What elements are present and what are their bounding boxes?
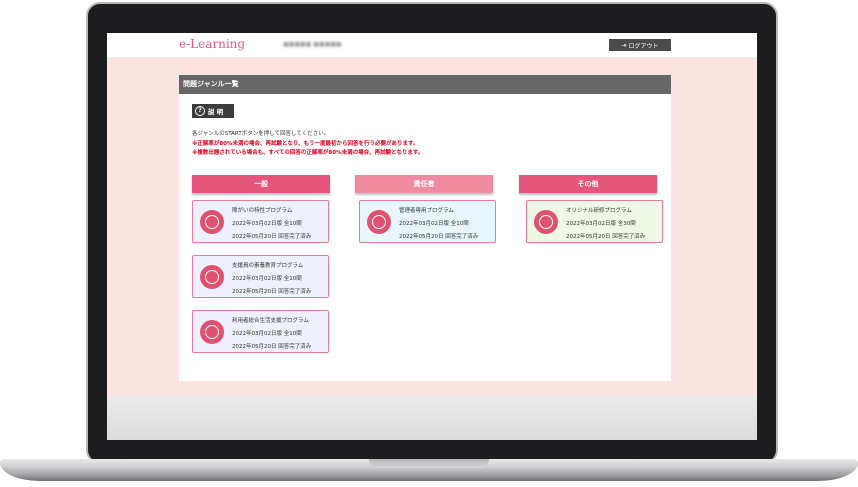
program-version: 2022年03月02日版 全10問 bbox=[232, 221, 302, 227]
program-title: 支援員の素養教育プログラム bbox=[232, 263, 304, 269]
program-title: 利用者総合生活支援プログラム bbox=[232, 318, 309, 324]
logout-button[interactable]: ⇥ ログアウト bbox=[609, 39, 671, 51]
user-name: ■■■■■ ■■■■■ bbox=[283, 41, 342, 48]
app-screen: e-Learning ■■■■■ ■■■■■ ⇥ ログアウト 問題ジャンル一覧 … bbox=[107, 33, 757, 440]
program-status: 2022年05月20日 回答完了済み bbox=[232, 234, 312, 240]
tab-other[interactable]: その他 bbox=[519, 175, 657, 193]
program-version: 2022年03月02日版 全10問 bbox=[399, 221, 469, 227]
wreath-icon bbox=[200, 210, 224, 234]
wreath-icon bbox=[534, 210, 558, 234]
program-card[interactable]: オリジナル研修プログラム 2022年03月02日版 全30問 2022年05月2… bbox=[526, 200, 663, 243]
top-bar: e-Learning ■■■■■ ■■■■■ ⇥ ログアウト bbox=[107, 33, 757, 58]
program-version: 2022年03月02日版 全30問 bbox=[566, 221, 636, 227]
program-title: 管理者専用プログラム bbox=[399, 208, 454, 214]
logout-icon: ⇥ bbox=[621, 41, 627, 49]
tab-manager[interactable]: 責任者 bbox=[355, 175, 493, 193]
program-status: 2022年05月20日 回答完了済み bbox=[232, 289, 312, 295]
program-card[interactable]: 障がいの特性プログラム 2022年03月02日版 全10問 2022年05月20… bbox=[192, 200, 329, 243]
instructions: 各ジャンルのSTARTボタンを押して回答してください。 ※正解率が80%未満の場… bbox=[192, 130, 423, 159]
program-card[interactable]: 利用者総合生活支援プログラム 2022年03月02日版 全10問 2022年05… bbox=[192, 310, 329, 353]
program-title: 障がいの特性プログラム bbox=[232, 208, 293, 214]
question-icon: ? bbox=[195, 106, 205, 116]
notice-multiple: ※複数出題されている場合も、すべての回答の正解率が80%未満の場合、再試験となり… bbox=[192, 150, 424, 156]
wreath-icon bbox=[200, 265, 224, 289]
program-status: 2022年05月20日 回答完了済み bbox=[566, 234, 646, 240]
program-card[interactable]: 支援員の素養教育プログラム 2022年03月02日版 全10問 2022年05月… bbox=[192, 255, 329, 298]
wreath-icon bbox=[367, 210, 391, 234]
wreath-icon bbox=[200, 320, 224, 344]
program-version: 2022年03月02日版 全10問 bbox=[232, 331, 302, 337]
program-version: 2022年03月02日版 全10問 bbox=[232, 276, 302, 282]
tab-general[interactable]: 一般 bbox=[192, 175, 330, 193]
page-title: 問題ジャンル一覧 bbox=[179, 75, 671, 94]
program-status: 2022年05月20日 回答完了済み bbox=[232, 344, 312, 350]
program-card[interactable]: 管理者専用プログラム 2022年03月02日版 全10問 2022年05月20日… bbox=[359, 200, 496, 243]
help-label: 説 明 bbox=[208, 108, 224, 116]
instructions-text: 各ジャンルのSTARTボタンを押して回答してください。 bbox=[192, 131, 330, 137]
screen-footer-band bbox=[107, 396, 757, 440]
genre-panel: 問題ジャンル一覧 ? 説 明 各ジャンルのSTARTボタンを押して回答してくださ… bbox=[179, 75, 671, 381]
help-button[interactable]: ? 説 明 bbox=[192, 104, 234, 118]
app-logo[interactable]: e-Learning bbox=[179, 37, 245, 51]
logout-label: ログアウト bbox=[628, 42, 659, 50]
laptop-notch bbox=[369, 459, 489, 468]
program-status: 2022年05月20日 回答完了済み bbox=[399, 234, 479, 240]
notice-retest: ※正解率が80%未満の場合、再試験となり、もう一度最初から回答を行う必要がありま… bbox=[192, 140, 419, 147]
program-title: オリジナル研修プログラム bbox=[566, 208, 632, 214]
